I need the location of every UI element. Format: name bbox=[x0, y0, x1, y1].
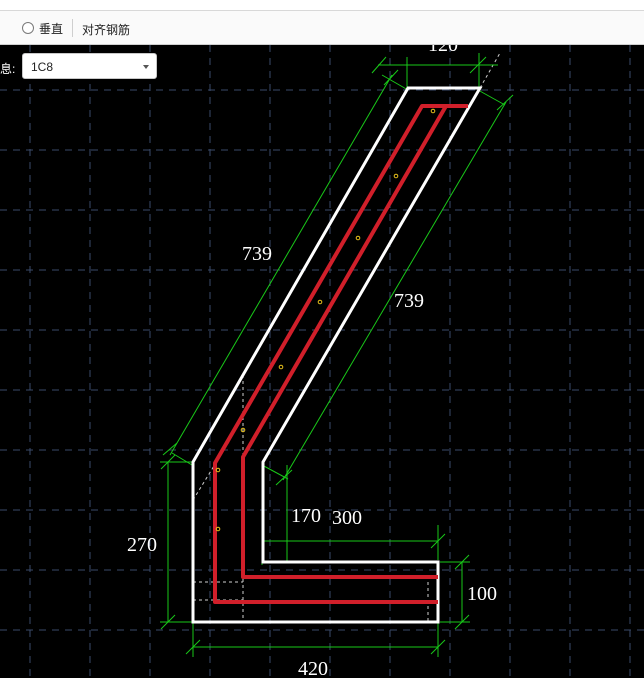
info-label: 息: bbox=[0, 62, 16, 76]
radio-circle-icon[interactable] bbox=[22, 22, 34, 34]
dim-inner-width: 300 bbox=[332, 507, 362, 529]
dim-top: 120 bbox=[428, 45, 458, 56]
dim-left-height: 270 bbox=[127, 534, 157, 556]
align-rebar-button[interactable]: 对齐钢筋 bbox=[82, 21, 130, 38]
toolbar-divider bbox=[72, 19, 73, 37]
dim-right-height: 100 bbox=[467, 583, 497, 605]
dim-diag-left: 739 bbox=[242, 243, 272, 265]
rebar-select[interactable]: 1C8 bbox=[22, 53, 157, 79]
toolbar: 垂直 对齐钢筋 bbox=[0, 11, 644, 45]
chevron-down-icon[interactable] bbox=[143, 65, 149, 69]
rebar-select-value: 1C8 bbox=[31, 60, 54, 74]
dim-diag-right: 739 bbox=[394, 290, 424, 312]
dimension-lines bbox=[160, 53, 514, 657]
vertical-radio[interactable]: 垂直 bbox=[22, 19, 63, 37]
rebar-drawing: 120 739 739 170 300 270 100 420 bbox=[0, 45, 644, 678]
vertical-radio-label: 垂直 bbox=[39, 21, 64, 36]
dim-bottom: 420 bbox=[298, 658, 328, 678]
title-bar bbox=[0, 0, 644, 11]
dim-inner-height: 170 bbox=[291, 505, 321, 527]
drawing-canvas[interactable]: 120 739 739 170 300 270 100 420 息: 1C8 bbox=[0, 45, 644, 678]
